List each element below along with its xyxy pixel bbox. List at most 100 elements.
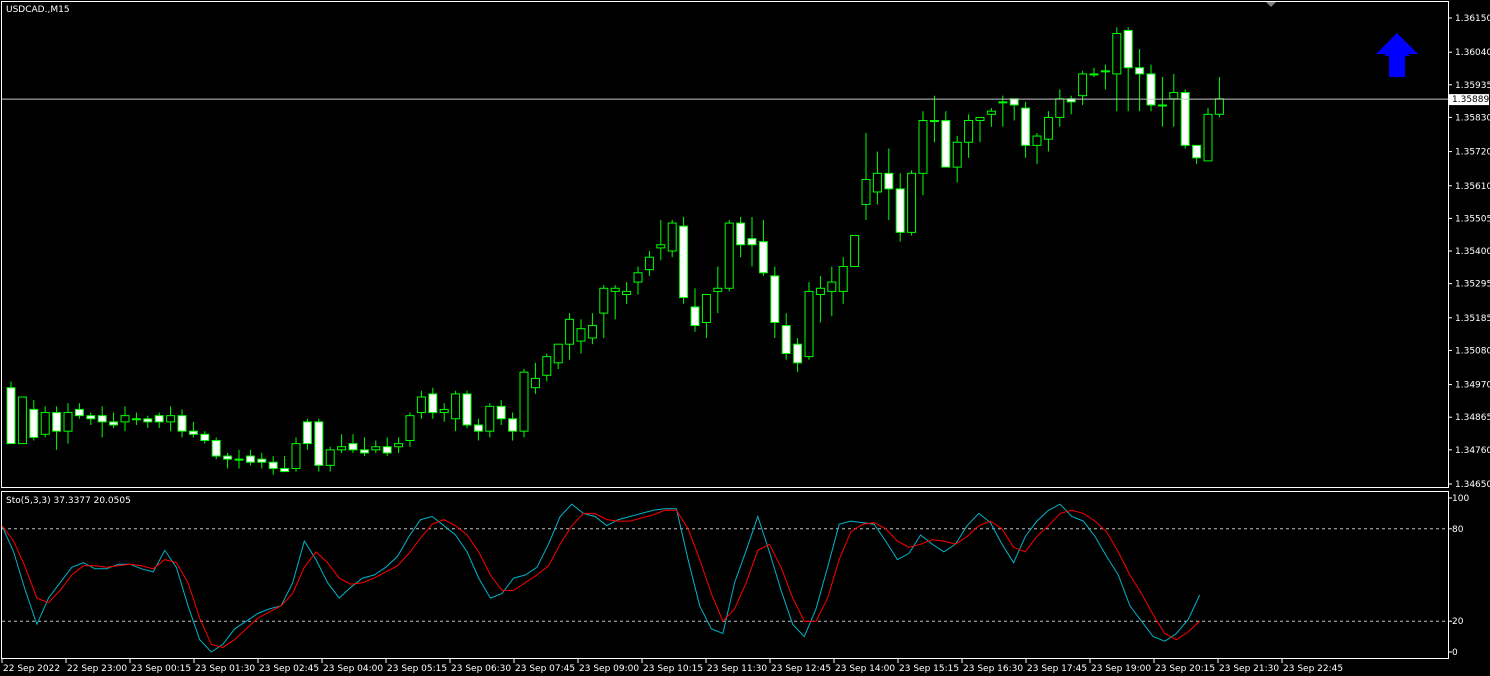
bear-candle — [1021, 107, 1031, 146]
osc-tick-label: 80 — [1452, 525, 1464, 535]
bear-candle — [109, 421, 119, 426]
bull-candle — [1055, 98, 1065, 118]
bear-candle — [382, 446, 392, 454]
bull-candle — [587, 325, 597, 339]
bear-candle — [314, 421, 324, 466]
bull-candle — [610, 287, 620, 292]
bull-candle — [40, 412, 50, 435]
time-tick-label: 23 Sep 14:00 — [835, 664, 895, 674]
bull-candle — [907, 172, 917, 233]
bear-candle — [52, 412, 62, 432]
bull-candle — [986, 110, 996, 115]
price-tick-label: 1.34760 — [1455, 446, 1490, 456]
time-tick-label: 23 Sep 16:30 — [963, 664, 1023, 674]
bull-candle — [633, 272, 643, 283]
osc-tick-label: 20 — [1452, 617, 1464, 627]
bull-candle — [1089, 73, 1099, 76]
bull-candle — [599, 287, 609, 314]
bear-candle — [280, 467, 290, 473]
bull-candle — [713, 287, 723, 292]
bull-candle — [371, 446, 381, 451]
bull-candle — [827, 281, 837, 292]
price-tick-label: 1.35295 — [1455, 280, 1490, 290]
time-tick-label: 23 Sep 01:30 — [195, 664, 255, 674]
bear-candle — [690, 306, 700, 327]
bear-candle — [793, 343, 803, 364]
price-tick-label: 1.35830 — [1455, 113, 1490, 123]
bull-candle — [394, 443, 404, 448]
bear-candle — [302, 421, 312, 445]
bear-candle — [770, 275, 780, 323]
bull-candle — [1214, 98, 1224, 115]
bull-candle — [998, 101, 1008, 104]
bull-candle — [861, 179, 871, 205]
price-tick-label: 1.35185 — [1455, 314, 1490, 324]
bear-candle — [758, 241, 768, 274]
bull-candle — [724, 222, 734, 289]
price-tick-label: 1.35080 — [1455, 346, 1490, 356]
time-tick-label: 23 Sep 15:15 — [899, 664, 959, 674]
bear-candle — [223, 455, 233, 460]
bull-candle — [918, 120, 928, 174]
bull-candle — [929, 120, 939, 123]
bear-candle — [97, 415, 107, 423]
bull-candle — [291, 443, 301, 469]
bear-candle — [679, 225, 689, 299]
bull-candle — [952, 141, 962, 168]
price-tick-label: 1.36040 — [1455, 48, 1490, 58]
time-tick-label: 23 Sep 04:00 — [323, 664, 383, 674]
bear-candle — [200, 433, 210, 442]
osc-tick-label: 0 — [1452, 648, 1458, 658]
bull-candle — [166, 415, 176, 423]
time-tick-label: 23 Sep 09:00 — [579, 664, 639, 674]
bear-candle — [895, 188, 905, 233]
bull-candle — [622, 290, 632, 295]
chart-background — [0, 0, 1490, 676]
bull-candle — [519, 371, 529, 432]
bear-candle — [781, 325, 791, 355]
bear-candle — [29, 408, 39, 438]
bear-candle — [496, 405, 506, 420]
bear-candle — [1180, 92, 1190, 146]
bear-candle — [1135, 67, 1145, 75]
bull-candle — [451, 393, 461, 420]
bull-candle — [553, 343, 563, 364]
bear-candle — [508, 418, 518, 432]
time-tick-label: 22 Sep 2022 — [3, 664, 60, 674]
bear-candle — [188, 430, 198, 435]
bull-candle — [1100, 70, 1110, 73]
bear-candle — [86, 415, 96, 420]
time-tick-label: 23 Sep 12:45 — [771, 664, 831, 674]
bear-candle — [143, 418, 153, 423]
bull-candle — [850, 234, 860, 268]
price-tick-label: 1.34650 — [1455, 480, 1490, 490]
bear-candle — [1146, 73, 1156, 106]
bull-candle — [576, 328, 586, 342]
bear-candle — [1009, 98, 1019, 106]
bull-candle — [337, 446, 347, 451]
time-tick-label: 23 Sep 17:45 — [1027, 664, 1087, 674]
bull-candle — [815, 287, 825, 295]
bull-candle — [325, 449, 335, 466]
price-tick-label: 1.34865 — [1455, 413, 1490, 423]
symbol-label: USDCAD.,M15 — [6, 5, 70, 15]
bear-candle — [941, 120, 951, 168]
bull-candle — [1043, 116, 1053, 140]
current-price-text: 1.35889 — [1452, 95, 1489, 105]
trading-chart: 1.36150 1.36040 1.35935 1.35830 1.35720 1.356… — [0, 0, 1490, 676]
time-tick-label: 23 Sep 10:15 — [643, 664, 703, 674]
time-tick-label: 23 Sep 02:45 — [259, 664, 319, 674]
bull-candle — [439, 408, 449, 414]
bear-candle — [348, 443, 358, 451]
bear-candle — [257, 458, 267, 463]
bull-candle — [644, 256, 654, 271]
bear-candle — [1192, 144, 1202, 159]
bull-candle — [1203, 113, 1213, 162]
bull-candle — [656, 244, 666, 249]
bull-candle — [872, 172, 882, 193]
price-tick-label: 1.35935 — [1455, 81, 1490, 91]
time-tick-label: 23 Sep 20:15 — [1155, 664, 1215, 674]
bull-candle — [1169, 92, 1179, 100]
bull-candle — [975, 116, 985, 122]
price-tick-label: 1.35400 — [1455, 247, 1490, 257]
